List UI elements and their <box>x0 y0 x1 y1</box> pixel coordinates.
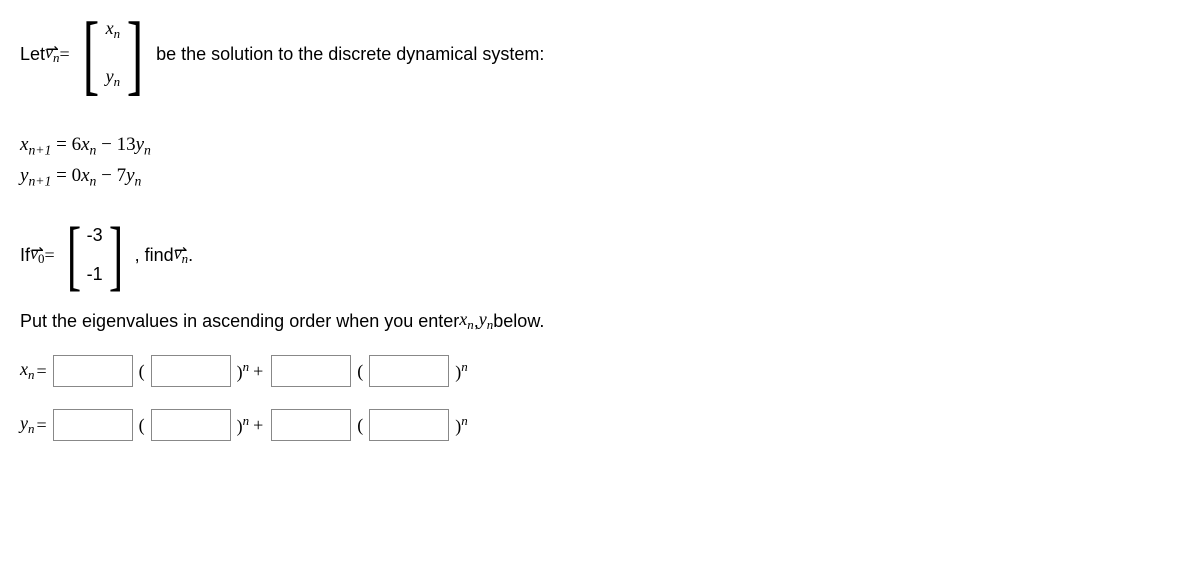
bracket-left: [ <box>82 14 98 95</box>
matrix-xn-yn: [ xn yn ] <box>76 12 150 96</box>
input-xn-base1[interactable] <box>151 355 231 387</box>
label-xn: xn <box>20 359 34 383</box>
eq-x: xn+1 = 6xn − 13yn <box>20 134 1180 158</box>
system-equations: xn+1 = 6xn − 13yn yn+1 = 0xn − 7yn <box>20 134 1180 189</box>
eq-sign: = <box>60 44 70 65</box>
input-yn-base2[interactable] <box>369 409 449 441</box>
answer-row-yn: yn = ( )n + ( )n <box>20 409 1180 441</box>
input-yn-coef1[interactable] <box>53 409 133 441</box>
answer-row-xn: xn = ( )n + ( )n <box>20 355 1180 387</box>
var-vn2: ⇀vn <box>174 243 188 267</box>
var-v0: ⇀v0 <box>30 243 44 267</box>
input-yn-base1[interactable] <box>151 409 231 441</box>
eq-y: yn+1 = 0xn − 7yn <box>20 165 1180 189</box>
text-solution: be the solution to the discrete dynamica… <box>156 44 544 65</box>
line-if-v0: If ⇀v0 = [ -3 -1 ] , find ⇀vn. <box>20 219 1180 291</box>
line-let-vn: Let ⇀vn = [ xn yn ] be the solution to t… <box>20 12 1180 96</box>
v0-bot: -1 <box>87 264 103 285</box>
matrix-v0: [ -3 -1 ] <box>61 219 129 291</box>
bracket-right: ] <box>127 14 143 95</box>
var-vn: ⇀vn <box>45 42 59 66</box>
text-let: Let <box>20 44 45 65</box>
label-yn: yn <box>20 413 34 437</box>
v0-top: -3 <box>87 225 103 246</box>
text-if: If <box>20 245 30 266</box>
input-xn-coef1[interactable] <box>53 355 133 387</box>
input-yn-coef2[interactable] <box>271 409 351 441</box>
text-find: , find <box>135 245 174 266</box>
instruction-text: Put the eigenvalues in ascending order w… <box>20 309 1180 333</box>
input-xn-base2[interactable] <box>369 355 449 387</box>
input-xn-coef2[interactable] <box>271 355 351 387</box>
